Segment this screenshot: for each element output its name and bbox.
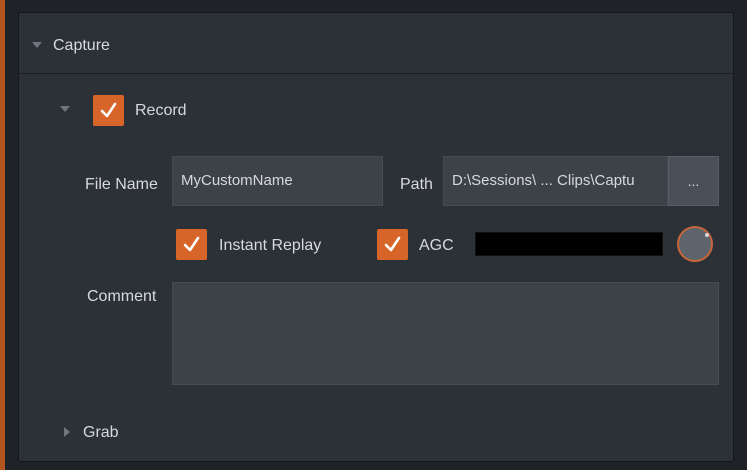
file-name-label: File Name — [85, 176, 158, 193]
checkmark-icon — [183, 236, 200, 252]
capture-panel: Capture Record File Name MyCustomName Pa… — [18, 12, 734, 462]
instant-replay-label: Instant Replay — [219, 237, 322, 254]
path-input[interactable]: D:\Sessions\ ... Clips\Captu — [443, 156, 668, 206]
file-name-input[interactable]: MyCustomName — [172, 156, 383, 206]
agc-checkbox[interactable] — [377, 229, 408, 260]
path-label: Path — [400, 176, 433, 193]
expand-grab-icon[interactable] — [64, 427, 70, 437]
divider — [19, 73, 733, 74]
level-meter — [475, 232, 663, 256]
accent-strip — [0, 0, 5, 470]
collapse-capture-icon[interactable] — [32, 42, 42, 48]
app-window: Capture Record File Name MyCustomName Pa… — [0, 0, 747, 470]
checkmark-icon — [384, 236, 401, 252]
comment-textarea[interactable] — [172, 282, 719, 385]
browse-button[interactable]: ... — [668, 156, 719, 206]
agc-label: AGC — [419, 237, 454, 254]
volume-knob[interactable] — [677, 226, 713, 262]
capture-section-title[interactable]: Capture — [53, 37, 110, 55]
instant-replay-checkbox[interactable] — [176, 229, 207, 260]
grab-section-title[interactable]: Grab — [83, 424, 119, 442]
record-checkbox[interactable] — [93, 95, 124, 126]
comment-label: Comment — [87, 288, 157, 305]
checkmark-icon — [100, 102, 117, 118]
record-label: Record — [135, 102, 187, 119]
collapse-record-icon[interactable] — [60, 106, 70, 112]
